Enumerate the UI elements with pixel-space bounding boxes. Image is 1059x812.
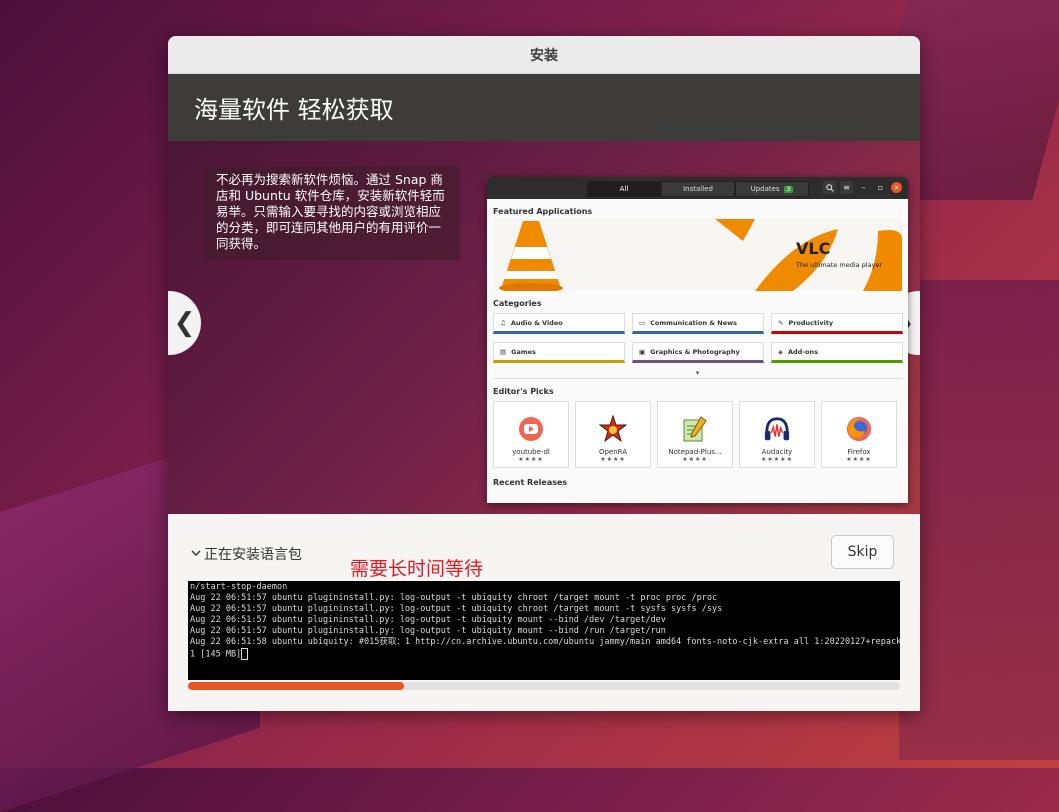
category-icon: ▣	[639, 347, 646, 356]
category-icon: ▭	[639, 318, 646, 327]
wallpaper-shape	[899, 280, 1059, 760]
menu-icon: ≡	[840, 181, 853, 194]
editors-pick-card: Audacity ★★★★★	[739, 401, 815, 468]
progress-fill	[188, 682, 405, 690]
slide-header: 海量软件 轻松获取	[168, 74, 920, 141]
pick-rating: ★★★★	[518, 456, 544, 463]
vlc-artwork	[499, 219, 902, 291]
audacity-icon	[763, 415, 791, 443]
install-status-expander[interactable]: 正在安装语言包	[190, 544, 302, 564]
category-tile: ✎ Productivity	[771, 313, 903, 334]
category-label: Productivity	[788, 318, 834, 327]
tab-updates: Updates 3	[735, 181, 809, 197]
pick-name: youtube-dl	[512, 448, 550, 456]
expand-arrow-icon: ▾	[493, 368, 902, 379]
app-headerbar: All Installed Updates 3 ≡ – ▫ ✕	[487, 177, 908, 199]
editors-pick-card: youtube-dl ★★★★	[493, 401, 569, 468]
software-app-screenshot: All Installed Updates 3 ≡ – ▫ ✕ Featured …	[487, 177, 908, 503]
pick-rating: ★★★★	[600, 456, 626, 463]
pick-rating: ★★★★	[682, 456, 708, 463]
editors-pick-card: OpenRA ★★★★	[575, 401, 651, 468]
install-progress-bar	[188, 682, 900, 690]
firefox-icon	[845, 415, 873, 443]
editors-pick-card: Firefox ★★★★	[821, 401, 897, 468]
category-icon: ▤	[500, 347, 507, 356]
install-log-terminal[interactable]: n/start-stop-daemon Aug 22 06:51:57 ubun…	[188, 581, 900, 680]
editors-picks: youtube-dl ★★★★ OpenRA ★★★★ Notepad-Plus... ★…	[487, 399, 908, 470]
window-titlebar[interactable]: 安装	[168, 36, 920, 74]
terminal-cursor	[241, 648, 249, 660]
youtube-dl-icon	[517, 415, 545, 443]
slideshow: 不必再为搜索新软件烦恼。通过 Snap 商店和 Ubuntu 软件仓库，安装新软…	[168, 141, 920, 515]
install-progress-area: 正在安装语言包 需要长时间等待 Skip n/start-stop-daemon…	[168, 514, 920, 711]
pick-rating: ★★★★★	[761, 456, 793, 463]
skip-button[interactable]: Skip	[831, 535, 894, 569]
editors-pick-card: Notepad-Plus... ★★★★	[657, 401, 733, 468]
featured-banner: VLC The ultimate media player	[493, 219, 902, 291]
window-title: 安装	[530, 47, 558, 64]
pick-rating: ★★★★	[846, 456, 872, 463]
category-icon: ◈	[778, 347, 783, 356]
vlc-tagline: The ultimate media player	[796, 261, 883, 269]
category-tile: ▤ Games	[493, 342, 625, 363]
vlc-title: VLC	[796, 239, 831, 258]
notepad-plus-icon	[681, 415, 709, 443]
category-label: Add-ons	[788, 347, 818, 356]
category-icon: ✎	[778, 318, 784, 327]
search-icon	[823, 181, 836, 194]
pick-name: OpenRA	[598, 448, 628, 456]
tab-installed: Installed	[661, 181, 735, 197]
category-icon: ♫	[500, 318, 506, 327]
maximize-icon: ▫	[877, 183, 884, 192]
category-label: Games	[511, 347, 536, 356]
featured-title: Featured Applications	[493, 207, 593, 216]
updates-badge: 3	[783, 185, 794, 193]
openra-icon	[599, 415, 627, 443]
installer-window: 安装 海量软件 轻松获取 不必再为搜索新软件烦恼。通过 Snap 商店和 Ubu…	[168, 36, 920, 711]
minimize-icon: –	[861, 183, 866, 192]
slide-title: 海量软件 轻松获取	[194, 96, 394, 124]
install-status-label: 正在安装语言包	[204, 547, 302, 563]
log-text: n/start-stop-daemon Aug 22 06:51:57 ubun…	[190, 582, 900, 660]
category-tile: ▭ Communication & News	[632, 313, 764, 334]
close-icon: ✕	[891, 182, 902, 193]
editors-picks-title: Editor's Picks	[493, 387, 554, 396]
tab-all: All	[587, 181, 661, 197]
categories-title: Categories	[493, 299, 542, 308]
slide-description: 不必再为搜索新软件烦恼。通过 Snap 商店和 Ubuntu 软件仓库，安装新软…	[204, 166, 460, 260]
chevron-down-icon	[190, 546, 202, 562]
chevron-left-icon: ❮	[173, 308, 196, 338]
category-label: Graphics & Photography	[650, 347, 740, 356]
category-label: Audio & Video	[510, 318, 563, 327]
pick-name: Firefox	[847, 448, 871, 456]
category-label: Communication & News	[650, 318, 738, 327]
wait-note: 需要长时间等待	[350, 558, 484, 580]
category-tile: ◈ Add-ons	[771, 342, 903, 363]
categories-grid: ♫ Audio & Video ▭ Communication & News ✎ Prod…	[487, 311, 908, 365]
category-tile: ♫ Audio & Video	[493, 313, 625, 334]
previous-slide-button[interactable]: ❮	[168, 291, 201, 355]
recent-releases-title: Recent Releases	[493, 478, 568, 487]
pick-name: Audacity	[761, 448, 793, 456]
category-tile: ▣ Graphics & Photography	[632, 342, 764, 363]
pick-name: Notepad-Plus...	[668, 448, 722, 456]
